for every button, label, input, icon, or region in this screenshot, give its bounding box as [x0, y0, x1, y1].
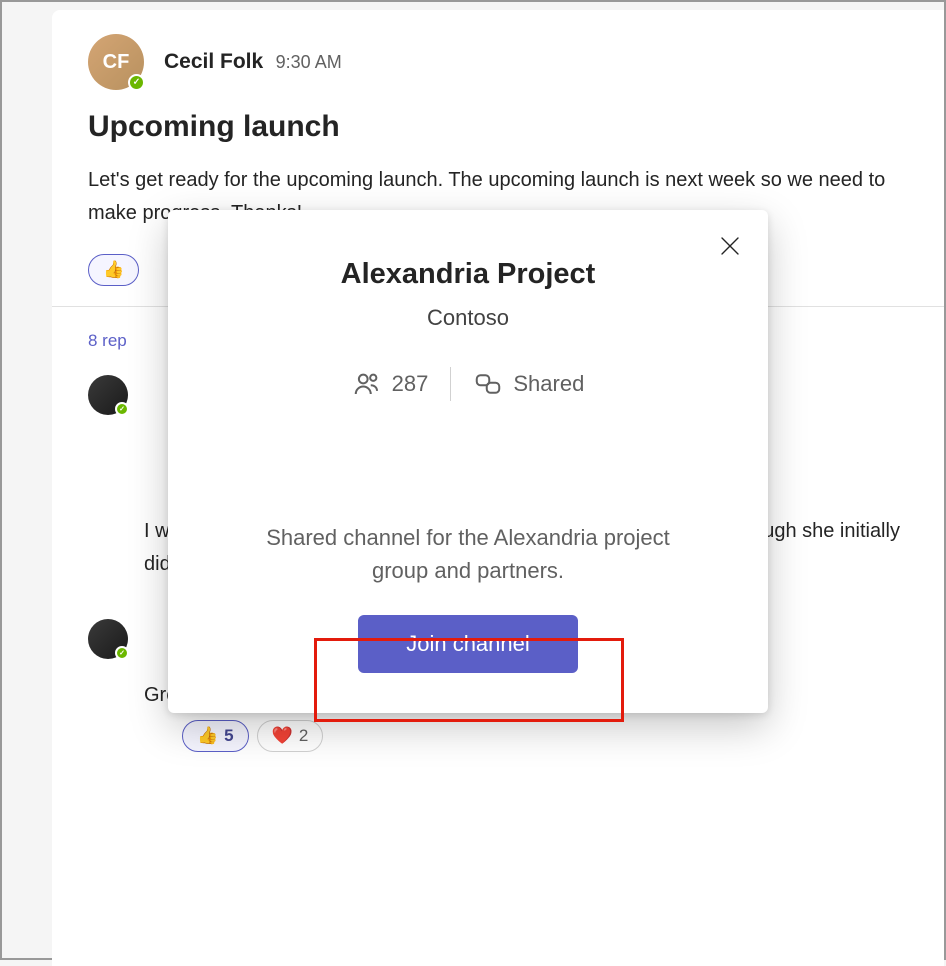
people-icon [352, 369, 382, 399]
team-name: Contoso [208, 305, 728, 331]
members-count: 287 [352, 369, 429, 399]
reaction-thumbsup[interactable]: 👍 [88, 254, 139, 286]
message-timestamp: 9:30 AM [276, 52, 342, 72]
shared-label: Shared [473, 369, 584, 399]
reaction-heart[interactable]: ❤️ 2 [257, 720, 324, 752]
message-title: Upcoming launch [52, 110, 944, 144]
reaction-row-replies: 👍 5 ❤️ 2 [52, 720, 944, 752]
presence-available-icon [115, 646, 129, 660]
channel-info-popup: Alexandria Project Contoso 287 Shared [168, 210, 768, 713]
avatar[interactable] [88, 375, 128, 415]
channel-description: Shared channel for the Alexandria projec… [208, 521, 728, 587]
channel-title: Alexandria Project [208, 258, 728, 291]
close-button[interactable] [716, 232, 744, 260]
thumbsup-icon: 👍 [103, 260, 124, 280]
avatar[interactable] [88, 619, 128, 659]
heart-icon: ❤️ [272, 726, 293, 746]
presence-available-icon [115, 402, 129, 416]
message-header: CF Cecil Folk 9:30 AM [52, 34, 944, 90]
author-name[interactable]: Cecil Folk [164, 50, 263, 73]
channel-meta: 287 Shared [208, 367, 728, 401]
join-channel-button[interactable]: Join channel [358, 615, 578, 673]
link-icon [473, 369, 503, 399]
presence-available-icon [128, 74, 145, 91]
avatar[interactable]: CF [88, 34, 144, 90]
reaction-count: 5 [224, 726, 233, 746]
close-icon [718, 234, 742, 258]
chat-thread: CF Cecil Folk 9:30 AM Upcoming launch Le… [52, 10, 944, 966]
reaction-count: 2 [299, 726, 308, 746]
reaction-thumbsup[interactable]: 👍 5 [182, 720, 249, 752]
thumbsup-icon: 👍 [197, 726, 218, 746]
